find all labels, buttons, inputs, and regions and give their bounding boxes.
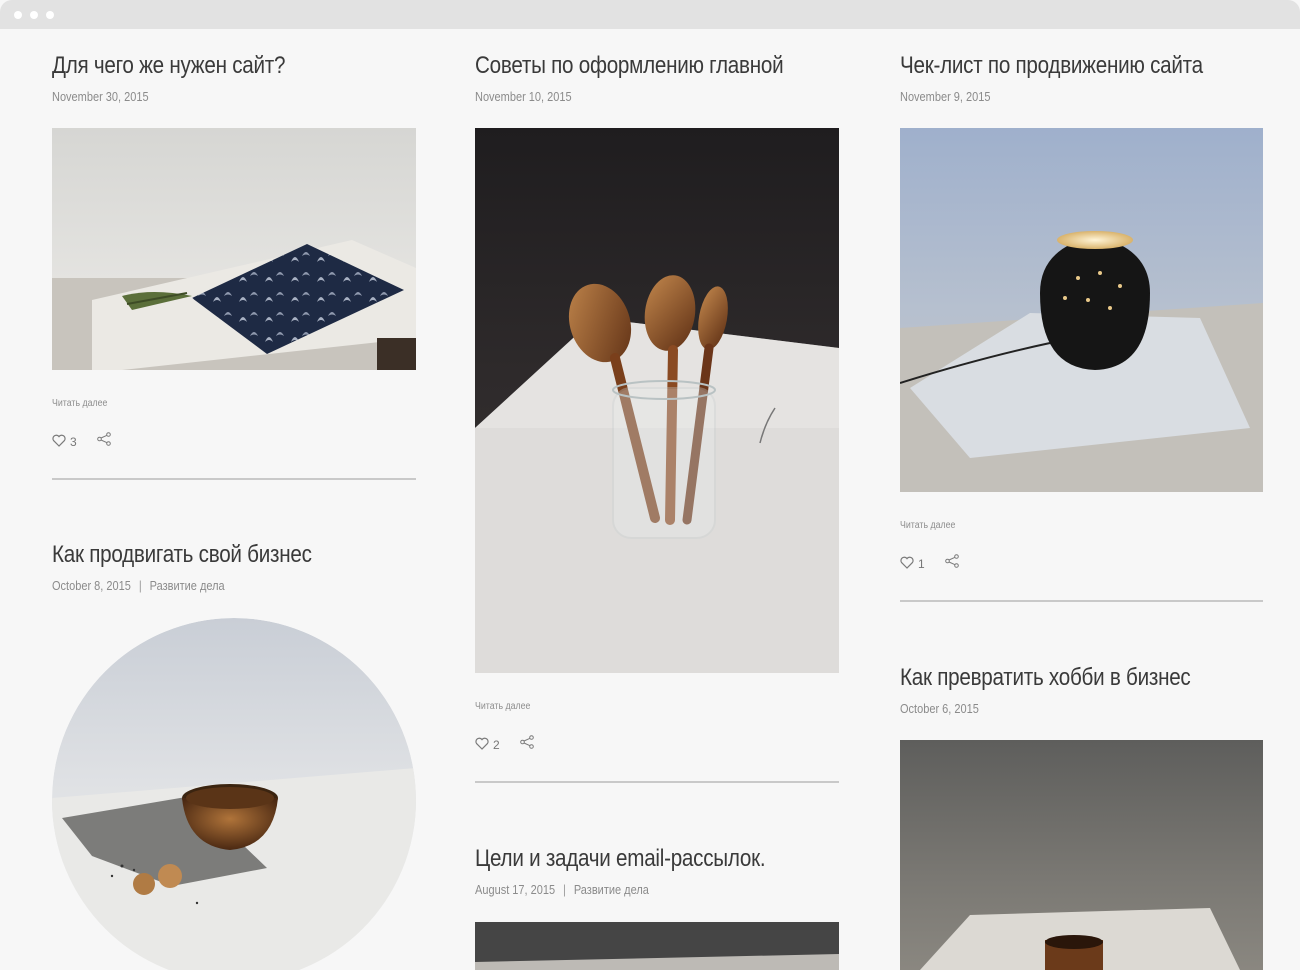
share-button[interactable] [96, 432, 111, 451]
post-title[interactable]: Для чего же нужен сайт? [52, 52, 285, 80]
read-more-link[interactable]: Читать далее [52, 398, 107, 409]
post-meta: October 6, 2015 [900, 702, 979, 716]
post-actions: 2 [475, 735, 534, 754]
post-meta: November 30, 2015 [52, 90, 149, 104]
post-divider [52, 478, 416, 480]
like-count: 3 [70, 434, 77, 449]
post-meta: October 8, 2015 | Развитие дела [52, 579, 225, 593]
post-title[interactable]: Как продвигать свой бизнес [52, 541, 312, 569]
post-image-linen-placemat[interactable] [52, 128, 416, 370]
share-icon [519, 735, 534, 754]
post-date: October 6, 2015 [900, 702, 979, 716]
post-image-wooden-cup[interactable] [900, 740, 1263, 970]
post-date: November 10, 2015 [475, 90, 572, 104]
post-divider [475, 781, 839, 783]
post-title[interactable]: Цели и задачи email-рассылок. [475, 845, 766, 873]
window-titlebar [0, 0, 1300, 29]
post-date: November 9, 2015 [900, 90, 991, 104]
like-count: 2 [493, 737, 500, 752]
window-minimize-control[interactable] [30, 11, 38, 19]
window-close-control[interactable] [14, 11, 22, 19]
like-button[interactable]: 1 [900, 556, 925, 572]
blog-post-card: Цели и задачи email-рассылок. August 17,… [475, 845, 839, 970]
post-title[interactable]: Как превратить хобби в бизнес [900, 664, 1191, 692]
blog-post-card: Советы по оформлению главной November 10… [475, 52, 839, 784]
heart-icon [900, 556, 914, 572]
blog-post-card: Как превратить хобби в бизнес October 6,… [900, 664, 1263, 970]
heart-icon [52, 434, 66, 450]
post-date: October 8, 2015 [52, 579, 131, 593]
post-image-wooden-spoons[interactable] [475, 128, 839, 673]
blog-post-card: Чек-лист по продвижению сайта November 9… [900, 52, 1263, 604]
post-meta: August 17, 2015 | Развитие дела [475, 883, 649, 897]
post-actions: 3 [52, 432, 111, 451]
read-more-link[interactable]: Читать далее [900, 520, 955, 531]
post-actions: 1 [900, 554, 959, 573]
heart-icon [475, 737, 489, 753]
post-date: August 17, 2015 [475, 883, 556, 897]
window-maximize-control[interactable] [46, 11, 54, 19]
post-meta: November 9, 2015 [900, 90, 991, 104]
post-divider [900, 600, 1263, 602]
post-title[interactable]: Чек-лист по продвижению сайта [900, 52, 1203, 80]
share-button[interactable] [944, 554, 959, 573]
post-category[interactable]: Развитие дела [574, 883, 649, 897]
blog-post-card: Как продвигать свой бизнес October 8, 20… [52, 541, 416, 970]
post-title[interactable]: Советы по оформлению главной [475, 52, 784, 80]
post-image-wooden-bowl[interactable] [52, 618, 416, 970]
post-meta: November 10, 2015 [475, 90, 572, 104]
share-icon [96, 432, 111, 451]
meta-separator: | [563, 883, 566, 897]
like-button[interactable]: 3 [52, 434, 77, 450]
blog-post-card: Для чего же нужен сайт? November 30, 201… [52, 52, 416, 482]
meta-separator: | [138, 579, 142, 593]
like-count: 1 [918, 556, 925, 571]
share-icon [944, 554, 959, 573]
share-button[interactable] [519, 735, 534, 754]
post-image-dark-table[interactable] [475, 922, 839, 970]
read-more-link[interactable]: Читать далее [475, 701, 530, 712]
post-category[interactable]: Развитие дела [150, 579, 225, 593]
post-image-black-lamp[interactable] [900, 128, 1263, 492]
like-button[interactable]: 2 [475, 737, 500, 753]
post-date: November 30, 2015 [52, 90, 149, 104]
